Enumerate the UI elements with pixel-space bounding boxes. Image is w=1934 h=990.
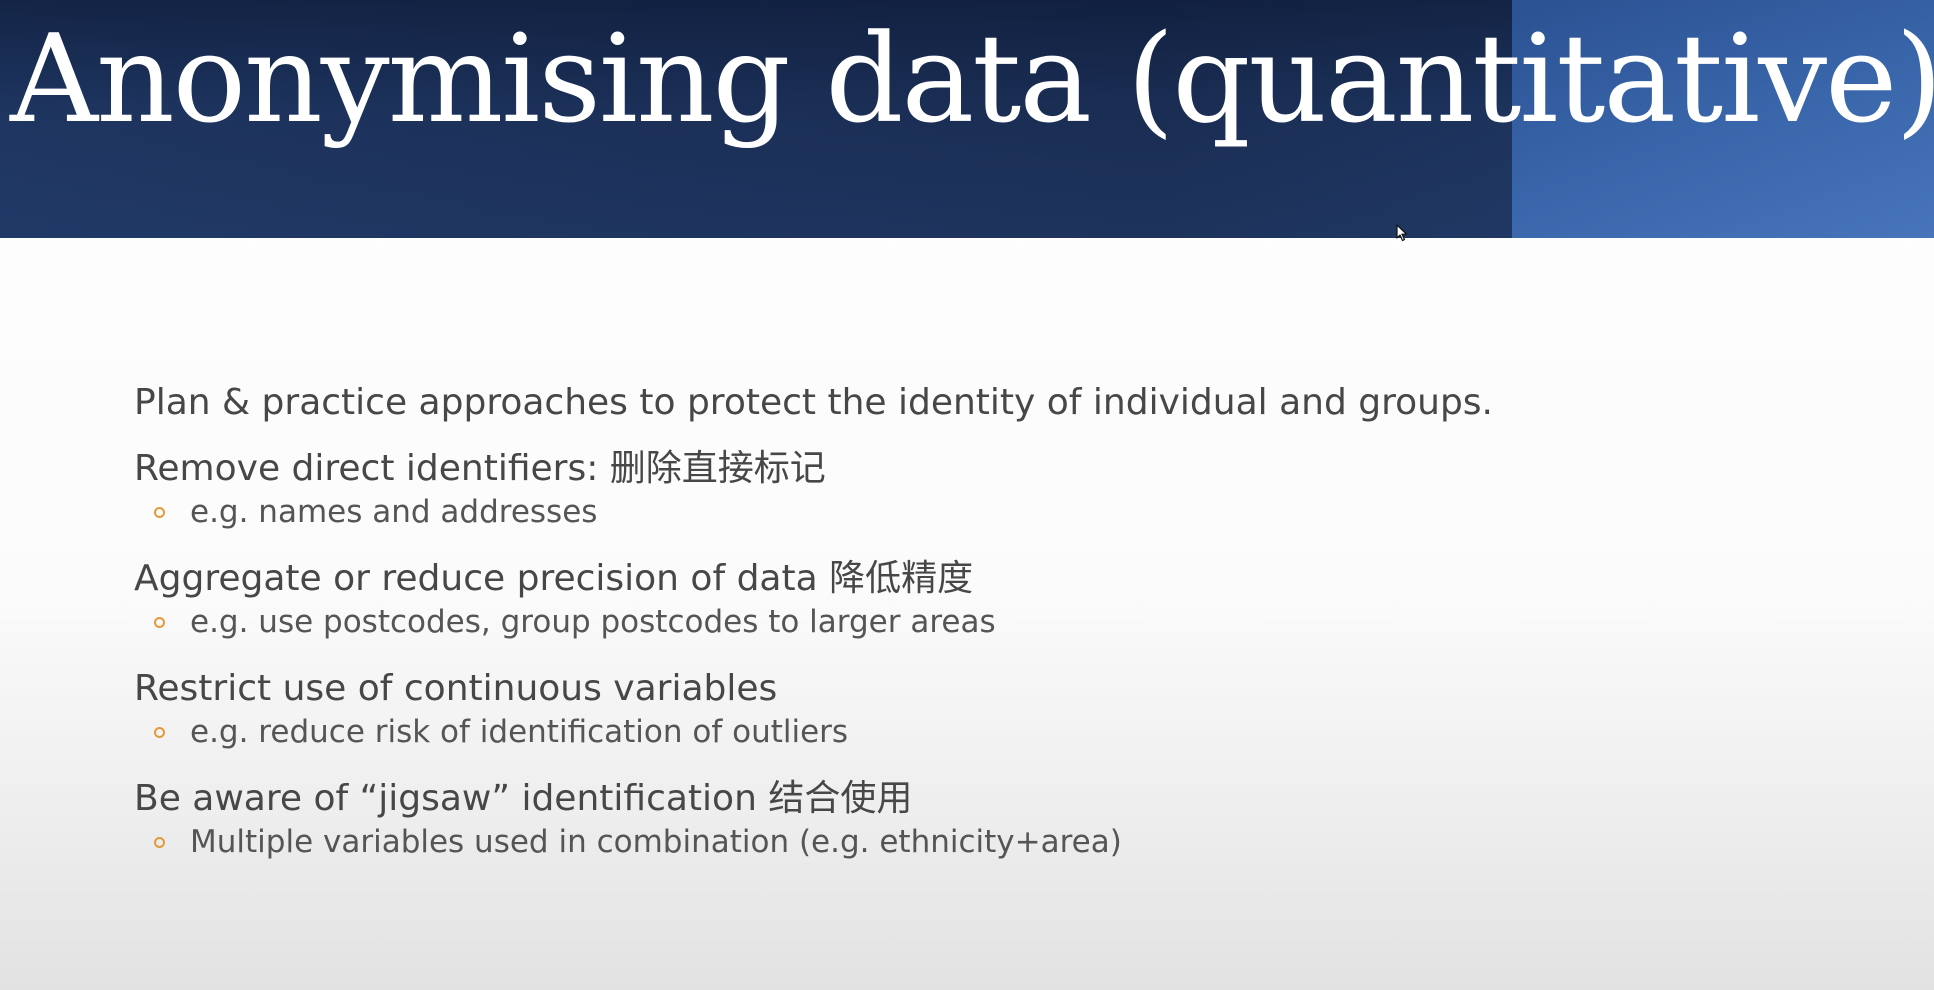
bullet-group: Restrict use of continuous variables e.g… bbox=[134, 666, 1834, 752]
hollow-circle-bullet-icon bbox=[154, 727, 165, 738]
main-bullet: Plan & practice approaches to protect th… bbox=[134, 382, 1493, 423]
sub-bullet-text: e.g. reduce risk of identification of ou… bbox=[190, 714, 849, 750]
slide-header: Anonymising data (quantitative) bbox=[0, 0, 1934, 238]
sub-bullet-text: e.g. names and addresses bbox=[190, 494, 598, 530]
sub-bullet-text: e.g. use postcodes, group postcodes to l… bbox=[190, 604, 996, 640]
slide-title: Anonymising data (quantitative) bbox=[10, 8, 1934, 150]
bullet-group: Be aware of “jigsaw” identification 结合使用… bbox=[134, 776, 1834, 862]
hollow-circle-bullet-icon bbox=[154, 507, 165, 518]
sub-bullet: e.g. use postcodes, group postcodes to l… bbox=[134, 602, 1834, 642]
slide-body: Plan & practice approaches to protect th… bbox=[134, 380, 1834, 886]
bullet-group: Aggregate or reduce precision of data 降低… bbox=[134, 556, 1834, 642]
main-bullet: Aggregate or reduce precision of data 降低… bbox=[134, 558, 974, 599]
bullet-group: Plan & practice approaches to protect th… bbox=[134, 380, 1834, 426]
main-bullet: Restrict use of continuous variables bbox=[134, 668, 778, 709]
main-bullet: Remove direct identifiers: 删除直接标记 bbox=[134, 448, 826, 489]
bullet-group: Remove direct identifiers: 删除直接标记 e.g. n… bbox=[134, 446, 1834, 532]
sub-bullet: Multiple variables used in combination (… bbox=[134, 822, 1834, 862]
main-bullet: Be aware of “jigsaw” identification 结合使用 bbox=[134, 778, 913, 819]
sub-bullet: e.g. reduce risk of identification of ou… bbox=[134, 712, 1834, 752]
hollow-circle-bullet-icon bbox=[154, 837, 165, 848]
sub-bullet: e.g. names and addresses bbox=[134, 492, 1834, 532]
sub-bullet-text: Multiple variables used in combination (… bbox=[190, 824, 1122, 860]
hollow-circle-bullet-icon bbox=[154, 617, 165, 628]
mouse-pointer-icon bbox=[1396, 224, 1408, 242]
